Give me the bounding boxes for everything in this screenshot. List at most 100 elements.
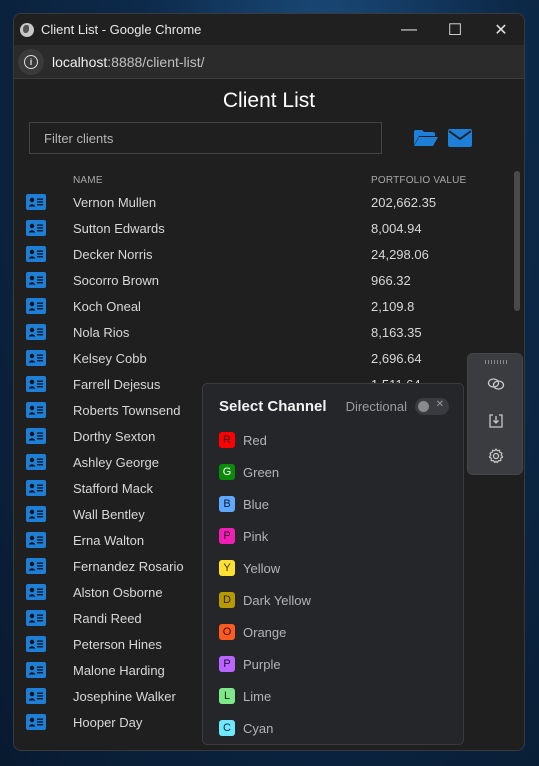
channel-badge: G: [219, 464, 235, 480]
channel-badge: D: [219, 592, 235, 608]
globe-icon: [20, 22, 34, 37]
client-name: Fernandez Rosario: [73, 558, 184, 574]
channel-option-purple[interactable]: P Purple: [219, 648, 311, 680]
contact-card-icon[interactable]: [26, 428, 46, 444]
contact-card-icon[interactable]: [26, 558, 46, 574]
contact-card-icon[interactable]: [26, 532, 46, 548]
contact-card-icon[interactable]: [26, 454, 46, 470]
contact-card-icon[interactable]: [26, 714, 46, 730]
import-button[interactable]: [484, 409, 508, 433]
portfolio-value: 8,163.35: [371, 324, 422, 340]
contact-card-icon[interactable]: [26, 298, 46, 314]
channel-badge: L: [219, 688, 235, 704]
client-name: Hooper Day: [73, 714, 143, 730]
client-name: Kelsey Cobb: [73, 350, 147, 366]
minimize-button[interactable]: —: [386, 14, 432, 45]
drag-handle[interactable]: [485, 360, 507, 364]
client-row[interactable]: Koch Oneal 2,109.8: [14, 293, 514, 319]
contact-card-icon[interactable]: [26, 402, 46, 418]
client-name: Nola Rios: [73, 324, 130, 340]
directional-toggle[interactable]: ✕: [415, 397, 449, 415]
channel-label: Red: [243, 432, 267, 448]
client-name: Josephine Walker: [73, 688, 176, 704]
channel-option-orange[interactable]: O Orange: [219, 616, 311, 648]
client-name: Sutton Edwards: [73, 220, 165, 236]
column-header-portfolio-value[interactable]: PORTFOLIO VALUE: [371, 175, 466, 186]
url-host: localhost: [52, 53, 108, 70]
email-button[interactable]: [446, 127, 474, 149]
channel-option-yellow[interactable]: Y Yellow: [219, 552, 311, 584]
client-name: Malone Harding: [73, 662, 165, 678]
contact-card-icon[interactable]: [26, 376, 46, 392]
site-info-button[interactable]: i: [18, 48, 44, 75]
scrollbar-thumb[interactable]: [514, 171, 520, 311]
client-row[interactable]: Kelsey Cobb 2,696.64: [14, 345, 514, 371]
channel-badge: B: [219, 496, 235, 512]
client-name: Farrell Dejesus: [73, 376, 161, 392]
close-button[interactable]: ✕: [478, 14, 524, 45]
channel-label: Cyan: [243, 720, 274, 736]
channel-option-dark-yellow[interactable]: D Dark Yellow: [219, 584, 311, 616]
client-row[interactable]: Socorro Brown 966.32: [14, 267, 514, 293]
client-name: Ashley George: [73, 454, 159, 470]
contact-card-icon[interactable]: [26, 662, 46, 678]
client-name: Randi Reed: [73, 610, 142, 626]
toggle-off-icon: ✕: [435, 398, 444, 410]
contact-card-icon[interactable]: [26, 636, 46, 652]
filter-row: [29, 121, 499, 155]
gear-icon: [488, 448, 504, 464]
link-button[interactable]: [484, 372, 508, 396]
contact-card-icon[interactable]: [26, 610, 46, 626]
portfolio-value: 2,109.8: [371, 298, 415, 314]
contact-card-icon[interactable]: [26, 194, 46, 210]
column-header-name[interactable]: NAME: [73, 175, 103, 186]
channel-option-green[interactable]: G Green: [219, 456, 311, 488]
address-bar[interactable]: i localhost:8888/client-list/: [14, 45, 524, 79]
contact-card-icon[interactable]: [26, 688, 46, 704]
channel-badge: Y: [219, 560, 235, 576]
channel-label: Green: [243, 464, 280, 480]
channel-option-cyan[interactable]: C Cyan: [219, 712, 311, 744]
client-row[interactable]: Sutton Edwards 8,004.94: [14, 215, 514, 241]
contact-card-icon[interactable]: [26, 246, 46, 262]
channel-badge: O: [219, 624, 235, 640]
portfolio-value: 2,696.64: [371, 350, 422, 366]
url-path: :8888/client-list/: [107, 53, 205, 70]
contact-card-icon[interactable]: [26, 324, 46, 340]
settings-button[interactable]: [484, 444, 508, 468]
channel-label: Orange: [243, 624, 287, 640]
channel-option-blue[interactable]: B Blue: [219, 488, 311, 520]
client-name: Vernon Mullen: [73, 194, 157, 210]
url-text[interactable]: localhost:8888/client-list/: [52, 54, 205, 70]
client-name: Erna Walton: [73, 532, 145, 548]
contact-card-icon[interactable]: [26, 506, 46, 522]
client-name: Stafford Mack: [73, 480, 153, 496]
link-icon: [487, 378, 505, 390]
contact-card-icon[interactable]: [26, 272, 46, 288]
contact-card-icon[interactable]: [26, 220, 46, 236]
table-header: NAME PORTFOLIO VALUE: [14, 175, 514, 189]
portfolio-value: 202,662.35: [371, 194, 437, 210]
client-row[interactable]: Decker Norris 24,298.06: [14, 241, 514, 267]
popup-title: Select Channel: [219, 397, 327, 415]
select-channel-popup: Select Channel Directional ✕ R Red G Green B…: [202, 383, 464, 745]
client-name: Decker Norris: [73, 246, 153, 262]
window-title: Client List - Google Chrome: [41, 22, 202, 37]
maximize-button[interactable]: ☐: [432, 14, 478, 45]
client-row[interactable]: Nola Rios 8,163.35: [14, 319, 514, 345]
channel-label: Lime: [243, 688, 272, 704]
filter-input[interactable]: [29, 122, 382, 154]
channel-label: Purple: [243, 656, 281, 672]
contact-card-icon[interactable]: [26, 584, 46, 600]
channel-label: Blue: [243, 496, 270, 512]
channel-option-red[interactable]: R Red: [219, 424, 311, 456]
envelope-icon: [448, 129, 472, 147]
open-folder-button[interactable]: [412, 127, 440, 149]
channel-option-lime[interactable]: L Lime: [219, 680, 311, 712]
portfolio-value: 8,004.94: [371, 220, 422, 236]
channel-label: Yellow: [243, 560, 281, 576]
channel-option-pink[interactable]: P Pink: [219, 520, 311, 552]
client-row[interactable]: Vernon Mullen 202,662.35: [14, 189, 514, 215]
contact-card-icon[interactable]: [26, 350, 46, 366]
contact-card-icon[interactable]: [26, 480, 46, 496]
